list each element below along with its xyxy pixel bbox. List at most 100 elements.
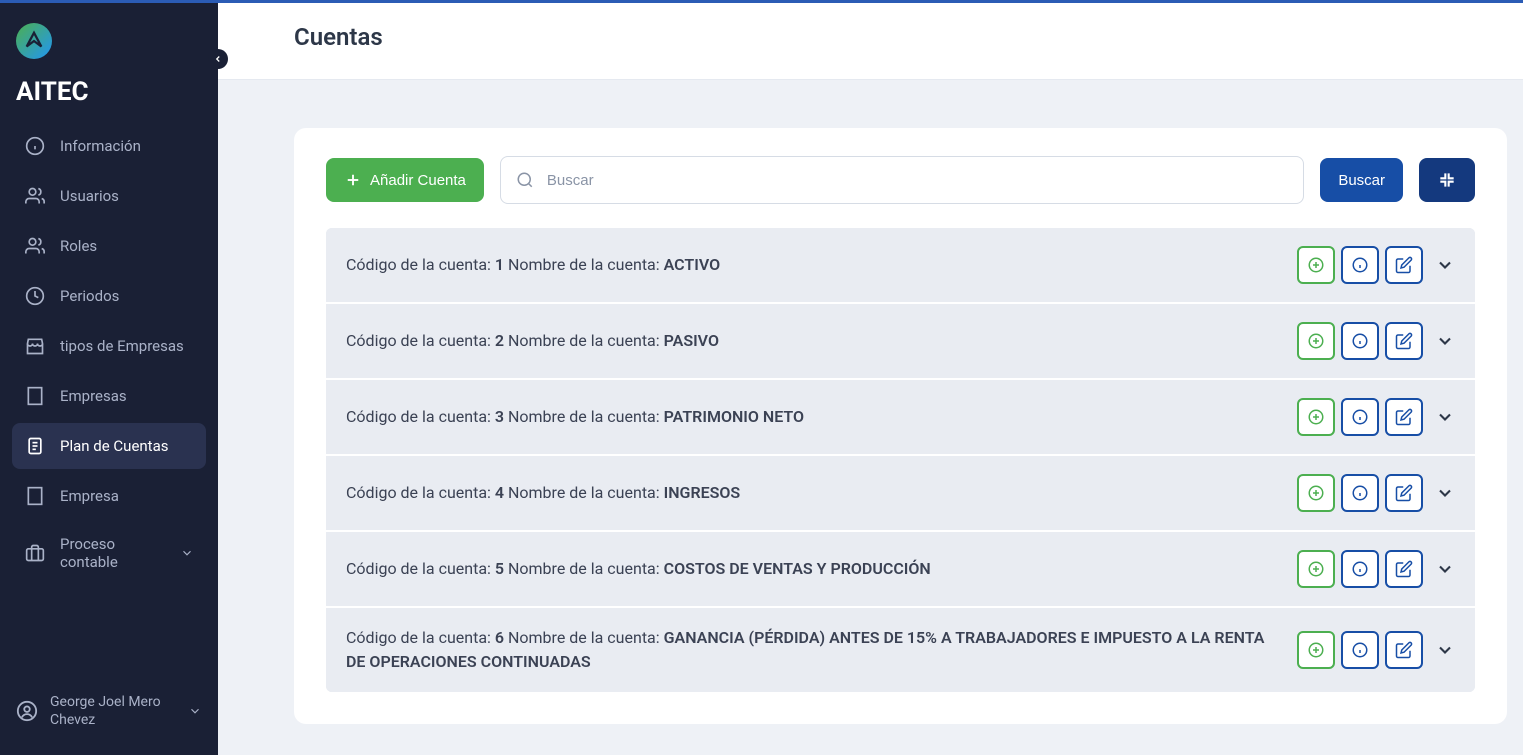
row-actions [1297,550,1455,588]
row-actions [1297,631,1455,669]
info-button[interactable] [1341,246,1379,284]
code-value: 3 [495,407,504,426]
sidebar-item-tipos-empresas[interactable]: tipos de Empresas [12,323,206,369]
add-account-button[interactable]: Añadir Cuenta [326,158,484,202]
sidebar-item-empresas[interactable]: Empresas [12,373,206,419]
expand-button[interactable] [1435,483,1455,503]
sidebar-item-proceso-contable[interactable]: Proceso contable [12,523,206,583]
roles-icon [24,235,46,257]
name-value: COSTOS DE VENTAS Y PRODUCCIÓN [664,559,931,578]
code-label: Código de la cuenta: [346,483,491,502]
edit-button[interactable] [1385,322,1423,360]
accounts-list: Código de la cuenta: 1 Nombre de la cuen… [326,228,1475,692]
account-text: Código de la cuenta: 3 Nombre de la cuen… [346,405,1285,429]
collapse-all-button[interactable] [1419,158,1475,202]
chevron-down-icon [1435,483,1455,503]
minimize-icon [1437,170,1457,190]
sidebar-item-periodos[interactable]: Periodos [12,273,206,319]
sidebar-collapse-button[interactable] [208,49,228,69]
edit-button[interactable] [1385,246,1423,284]
sidebar-item-label: Usuarios [60,187,119,205]
plus-circle-icon [1307,332,1325,350]
edit-button[interactable] [1385,398,1423,436]
code-value: 5 [495,559,504,578]
main: Cuentas Añadir Cuenta Buscar [218,3,1523,755]
sidebar-item-usuarios[interactable]: Usuarios [12,173,206,219]
code-value: 1 [495,255,504,274]
account-row[interactable]: Código de la cuenta: 6 Nombre de la cuen… [326,608,1475,692]
page-title: Cuentas [294,23,1483,51]
account-row[interactable]: Código de la cuenta: 1 Nombre de la cuen… [326,228,1475,304]
user-menu[interactable]: George Joel Mero Chevez [0,683,218,739]
edit-icon [1395,408,1413,426]
row-actions [1297,322,1455,360]
user-name: George Joel Mero Chevez [50,693,176,729]
sidebar-item-empresa[interactable]: Empresa [12,473,206,519]
clock-icon [24,285,46,307]
search-input[interactable] [500,156,1304,204]
expand-button[interactable] [1435,331,1455,351]
chevron-down-icon [1435,640,1455,660]
chevron-down-icon [1435,407,1455,427]
info-button[interactable] [1341,474,1379,512]
add-subaccount-button[interactable] [1297,398,1335,436]
account-text: Código de la cuenta: 4 Nombre de la cuen… [346,481,1285,505]
edit-button[interactable] [1385,550,1423,588]
add-subaccount-button[interactable] [1297,246,1335,284]
account-row[interactable]: Código de la cuenta: 2 Nombre de la cuen… [326,304,1475,380]
edit-icon [1395,641,1413,659]
sidebar-item-label: Proceso contable [60,535,166,571]
info-button[interactable] [1341,322,1379,360]
search-wrapper [500,156,1304,204]
name-value: PATRIMONIO NETO [664,407,804,426]
sidebar-item-label: Plan de Cuentas [60,437,169,455]
name-label: Nombre de la cuenta: [508,407,660,426]
expand-button[interactable] [1435,407,1455,427]
edit-button[interactable] [1385,474,1423,512]
add-subaccount-button[interactable] [1297,474,1335,512]
plus-circle-icon [1307,641,1325,659]
edit-icon [1395,332,1413,350]
search-icon [516,171,534,189]
expand-button[interactable] [1435,559,1455,579]
code-label: Código de la cuenta: [346,407,491,426]
account-row[interactable]: Código de la cuenta: 4 Nombre de la cuen… [326,456,1475,532]
nav: Información Usuarios Roles Periodos tipo… [0,123,218,683]
code-value: 6 [495,628,504,647]
name-value: INGRESOS [664,483,741,502]
sidebar-item-plan-cuentas[interactable]: Plan de Cuentas [12,423,206,469]
sidebar-item-label: Periodos [60,287,119,305]
search-button[interactable]: Buscar [1320,158,1403,202]
row-actions [1297,398,1455,436]
add-subaccount-button[interactable] [1297,550,1335,588]
account-row[interactable]: Código de la cuenta: 5 Nombre de la cuen… [326,532,1475,608]
sidebar-item-label: tipos de Empresas [60,337,184,355]
sidebar-item-roles[interactable]: Roles [12,223,206,269]
store-icon [24,335,46,357]
edit-icon [1395,560,1413,578]
info-button[interactable] [1341,398,1379,436]
account-row[interactable]: Código de la cuenta: 3 Nombre de la cuen… [326,380,1475,456]
expand-button[interactable] [1435,640,1455,660]
page-header: Cuentas [218,3,1523,80]
add-subaccount-button[interactable] [1297,322,1335,360]
add-subaccount-button[interactable] [1297,631,1335,669]
name-value: ACTIVO [664,255,721,274]
name-label: Nombre de la cuenta: [508,483,660,502]
info-icon [1351,560,1369,578]
plus-icon [344,171,362,189]
info-icon [1351,408,1369,426]
code-value: 2 [495,331,504,350]
building-icon [24,385,46,407]
edit-button[interactable] [1385,631,1423,669]
sidebar-item-informacion[interactable]: Información [12,123,206,169]
users-icon [24,185,46,207]
expand-button[interactable] [1435,255,1455,275]
chevron-down-icon [188,704,202,718]
info-button[interactable] [1341,550,1379,588]
name-label: Nombre de la cuenta: [508,331,660,350]
user-circle-icon [16,700,38,722]
info-button[interactable] [1341,631,1379,669]
briefcase-icon [24,542,46,564]
code-value: 4 [495,483,504,502]
